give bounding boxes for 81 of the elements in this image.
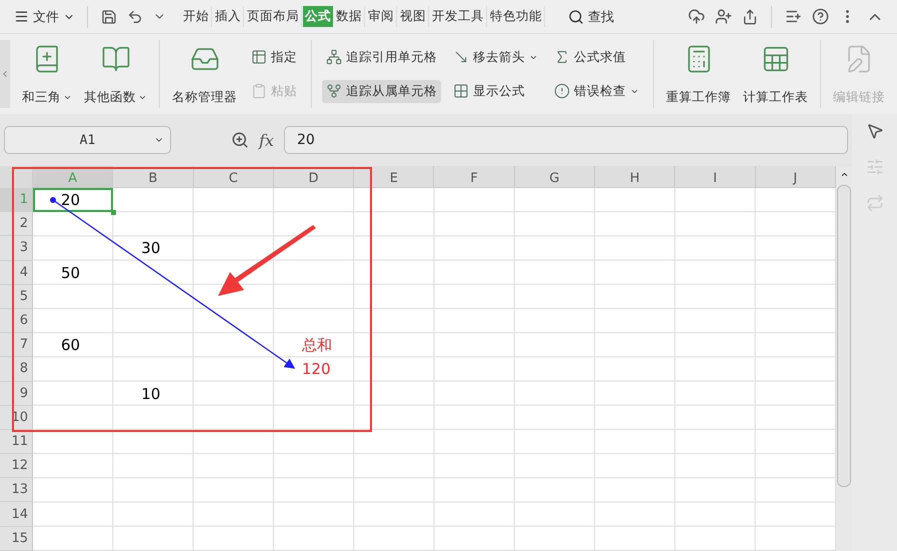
ribbon-icon (326, 49, 342, 65)
ribbon-icon (453, 83, 469, 99)
list-icon[interactable] (785, 8, 802, 25)
caret-icon (138, 93, 147, 102)
ribbon-button[interactable]: 追踪引用单元格 (322, 46, 441, 68)
ribbon-button[interactable]: 名称管理器 (170, 40, 239, 108)
row-header[interactable]: 3 (0, 236, 33, 261)
column-header[interactable]: D (274, 166, 354, 188)
row-header[interactable]: 13 (0, 478, 33, 502)
column-header[interactable]: H (595, 166, 676, 188)
row-header[interactable]: 14 (0, 502, 33, 527)
ribbon-button[interactable]: 重算工作簿 (664, 40, 733, 108)
table-cell-text: 30 (140, 238, 162, 260)
search-icon (568, 8, 584, 24)
scroll-thumb[interactable] (837, 185, 851, 487)
ribbon-icon (251, 83, 267, 99)
ribbon-button[interactable]: 移去箭头 (449, 46, 542, 68)
ribbon-tab[interactable]: 公式 (303, 6, 333, 27)
ribbon-tab[interactable]: 特色功能 (488, 6, 545, 27)
row-header[interactable]: 6 (0, 308, 33, 334)
formula-input[interactable]: 20 (284, 126, 848, 154)
pointer-icon[interactable] (866, 122, 884, 140)
scroll-up-icon[interactable] (840, 170, 848, 179)
row-header[interactable]: 12 (0, 454, 33, 478)
ribbon-button[interactable]: 其他函数 (82, 40, 149, 108)
ribbon-button[interactable]: 显示公式 (449, 80, 542, 102)
ribbon-button[interactable]: 计算工作表 (741, 40, 810, 108)
ribbon-tab[interactable]: 页面布局 (245, 6, 302, 27)
row-header[interactable]: 8 (0, 357, 33, 382)
user-plus-icon[interactable] (715, 8, 732, 25)
column-header[interactable]: I (675, 166, 756, 188)
caret-icon (63, 93, 72, 102)
sliders-icon[interactable] (866, 158, 884, 176)
ribbon-tab[interactable]: 开发工具 (430, 6, 487, 27)
row-header[interactable]: 4 (0, 260, 33, 285)
column-header[interactable]: E (354, 166, 434, 188)
table-cell-text: 10 (140, 384, 162, 405)
ribbon-button[interactable]: 错误检查 (550, 80, 643, 102)
row-header[interactable]: 2 (0, 212, 33, 236)
row-header[interactable]: 11 (0, 430, 33, 454)
ribbon-icon (453, 49, 469, 65)
ribbon-button[interactable]: 追踪从属单元格 (322, 80, 441, 102)
column-header[interactable]: F (434, 166, 515, 188)
ribbon-button[interactable]: 和三角 (20, 40, 74, 108)
save-icon[interactable] (101, 8, 117, 24)
ribbon-icon (554, 83, 570, 99)
ribbon-tab[interactable]: 视图 (398, 6, 429, 27)
table-cell-text: 120 (300, 359, 332, 380)
fill-handle[interactable] (111, 210, 116, 216)
table-cell-text: 50 (60, 262, 82, 284)
row-header[interactable]: 5 (0, 284, 33, 309)
row-header[interactable]: 10 (0, 406, 33, 430)
column-header[interactable]: B (113, 166, 194, 188)
help-icon[interactable] (812, 8, 829, 25)
column-header[interactable]: G (514, 166, 596, 188)
row-header[interactable]: 15 (0, 526, 33, 551)
undo-icon[interactable] (127, 8, 143, 24)
ribbon-button[interactable]: 指定 (247, 46, 301, 68)
menu-icon (14, 9, 29, 24)
share-icon[interactable] (742, 8, 758, 24)
ribbon-tab[interactable]: 审阅 (366, 6, 397, 27)
zoom-icon[interactable] (231, 131, 249, 149)
column-header[interactable]: C (194, 166, 274, 188)
row-header[interactable]: 7 (0, 333, 33, 358)
table-cell-text: 60 (60, 335, 82, 356)
name-box[interactable]: A1 (4, 126, 171, 154)
ribbon-icon (326, 83, 342, 99)
ribbon-button[interactable]: 公式求值 (550, 46, 643, 68)
table-cell-text: 总和 (300, 334, 333, 356)
fx-label: fx (259, 130, 274, 150)
ribbon-tab[interactable]: 数据 (334, 6, 365, 27)
ribbon-icon (100, 44, 130, 74)
search-button[interactable]: 查找 (564, 8, 618, 26)
column-header[interactable]: J (756, 166, 836, 188)
cloud-upload-icon[interactable] (688, 8, 705, 25)
file-menu[interactable]: 文件 (10, 8, 79, 26)
ribbon-icon (251, 49, 267, 65)
row-header[interactable]: 9 (0, 382, 33, 406)
table-cell: 20 (33, 188, 114, 212)
ribbon-tab[interactable]: 开始 (181, 6, 212, 27)
ribbon-tab[interactable]: 插入 (213, 6, 244, 27)
